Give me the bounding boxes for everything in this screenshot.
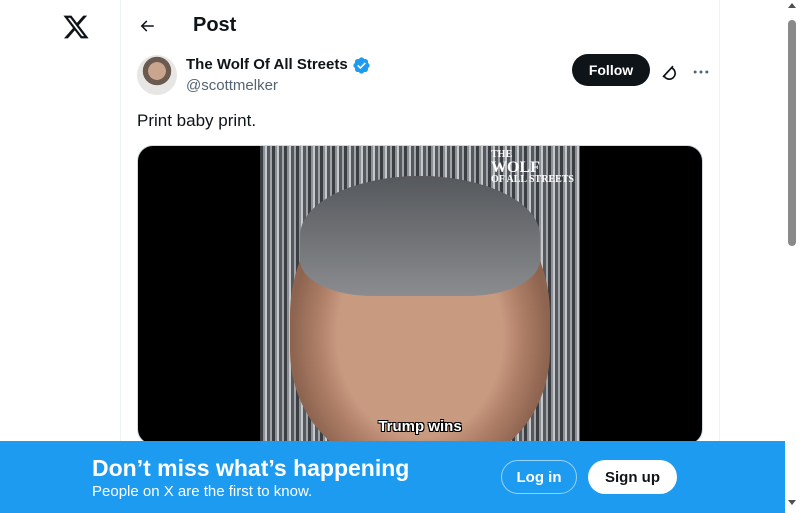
verified-badge-icon: [353, 57, 370, 74]
main-column: Post The Wolf Of All Streets @scottmelke…: [120, 0, 720, 513]
arrow-left-icon: [140, 20, 154, 32]
banner-title: Don’t miss what’s happening: [92, 455, 410, 481]
scrollbar-thumb[interactable]: [788, 20, 796, 246]
author-display-name[interactable]: The Wolf Of All Streets: [186, 56, 348, 73]
video-brand-watermark: THE WOLF OF ALL STREETS: [491, 149, 574, 185]
back-button[interactable]: [133, 12, 161, 40]
video-caption: Trump wins: [378, 418, 462, 435]
author-handle[interactable]: @scottmelker: [186, 77, 278, 94]
login-button[interactable]: Log in: [501, 460, 577, 494]
follow-button[interactable]: Follow: [572, 54, 650, 86]
left-rail: [0, 0, 120, 513]
post-text: Print baby print.: [137, 111, 257, 130]
signup-banner: Don’t miss what’s happening People on X …: [0, 441, 785, 513]
page-title: Post: [193, 14, 237, 36]
grok-icon[interactable]: [658, 62, 678, 82]
author-row: The Wolf Of All Streets @scottmelker Fol…: [137, 54, 709, 98]
avatar[interactable]: [137, 55, 177, 95]
page-scrollbar[interactable]: [785, 0, 800, 513]
scroll-down-arrow-icon[interactable]: [788, 500, 796, 505]
scroll-up-arrow-icon[interactable]: [788, 3, 796, 8]
top-bar: Post: [121, 0, 719, 52]
post-video[interactable]: THE WOLF OF ALL STREETS Trump wins: [137, 145, 703, 445]
more-horizontal-icon[interactable]: [691, 62, 711, 82]
x-logo-icon[interactable]: [62, 13, 90, 41]
banner-subtitle: People on X are the first to know.: [92, 483, 313, 500]
signup-button[interactable]: Sign up: [588, 460, 677, 494]
video-frame: THE WOLF OF ALL STREETS Trump wins: [260, 146, 580, 444]
